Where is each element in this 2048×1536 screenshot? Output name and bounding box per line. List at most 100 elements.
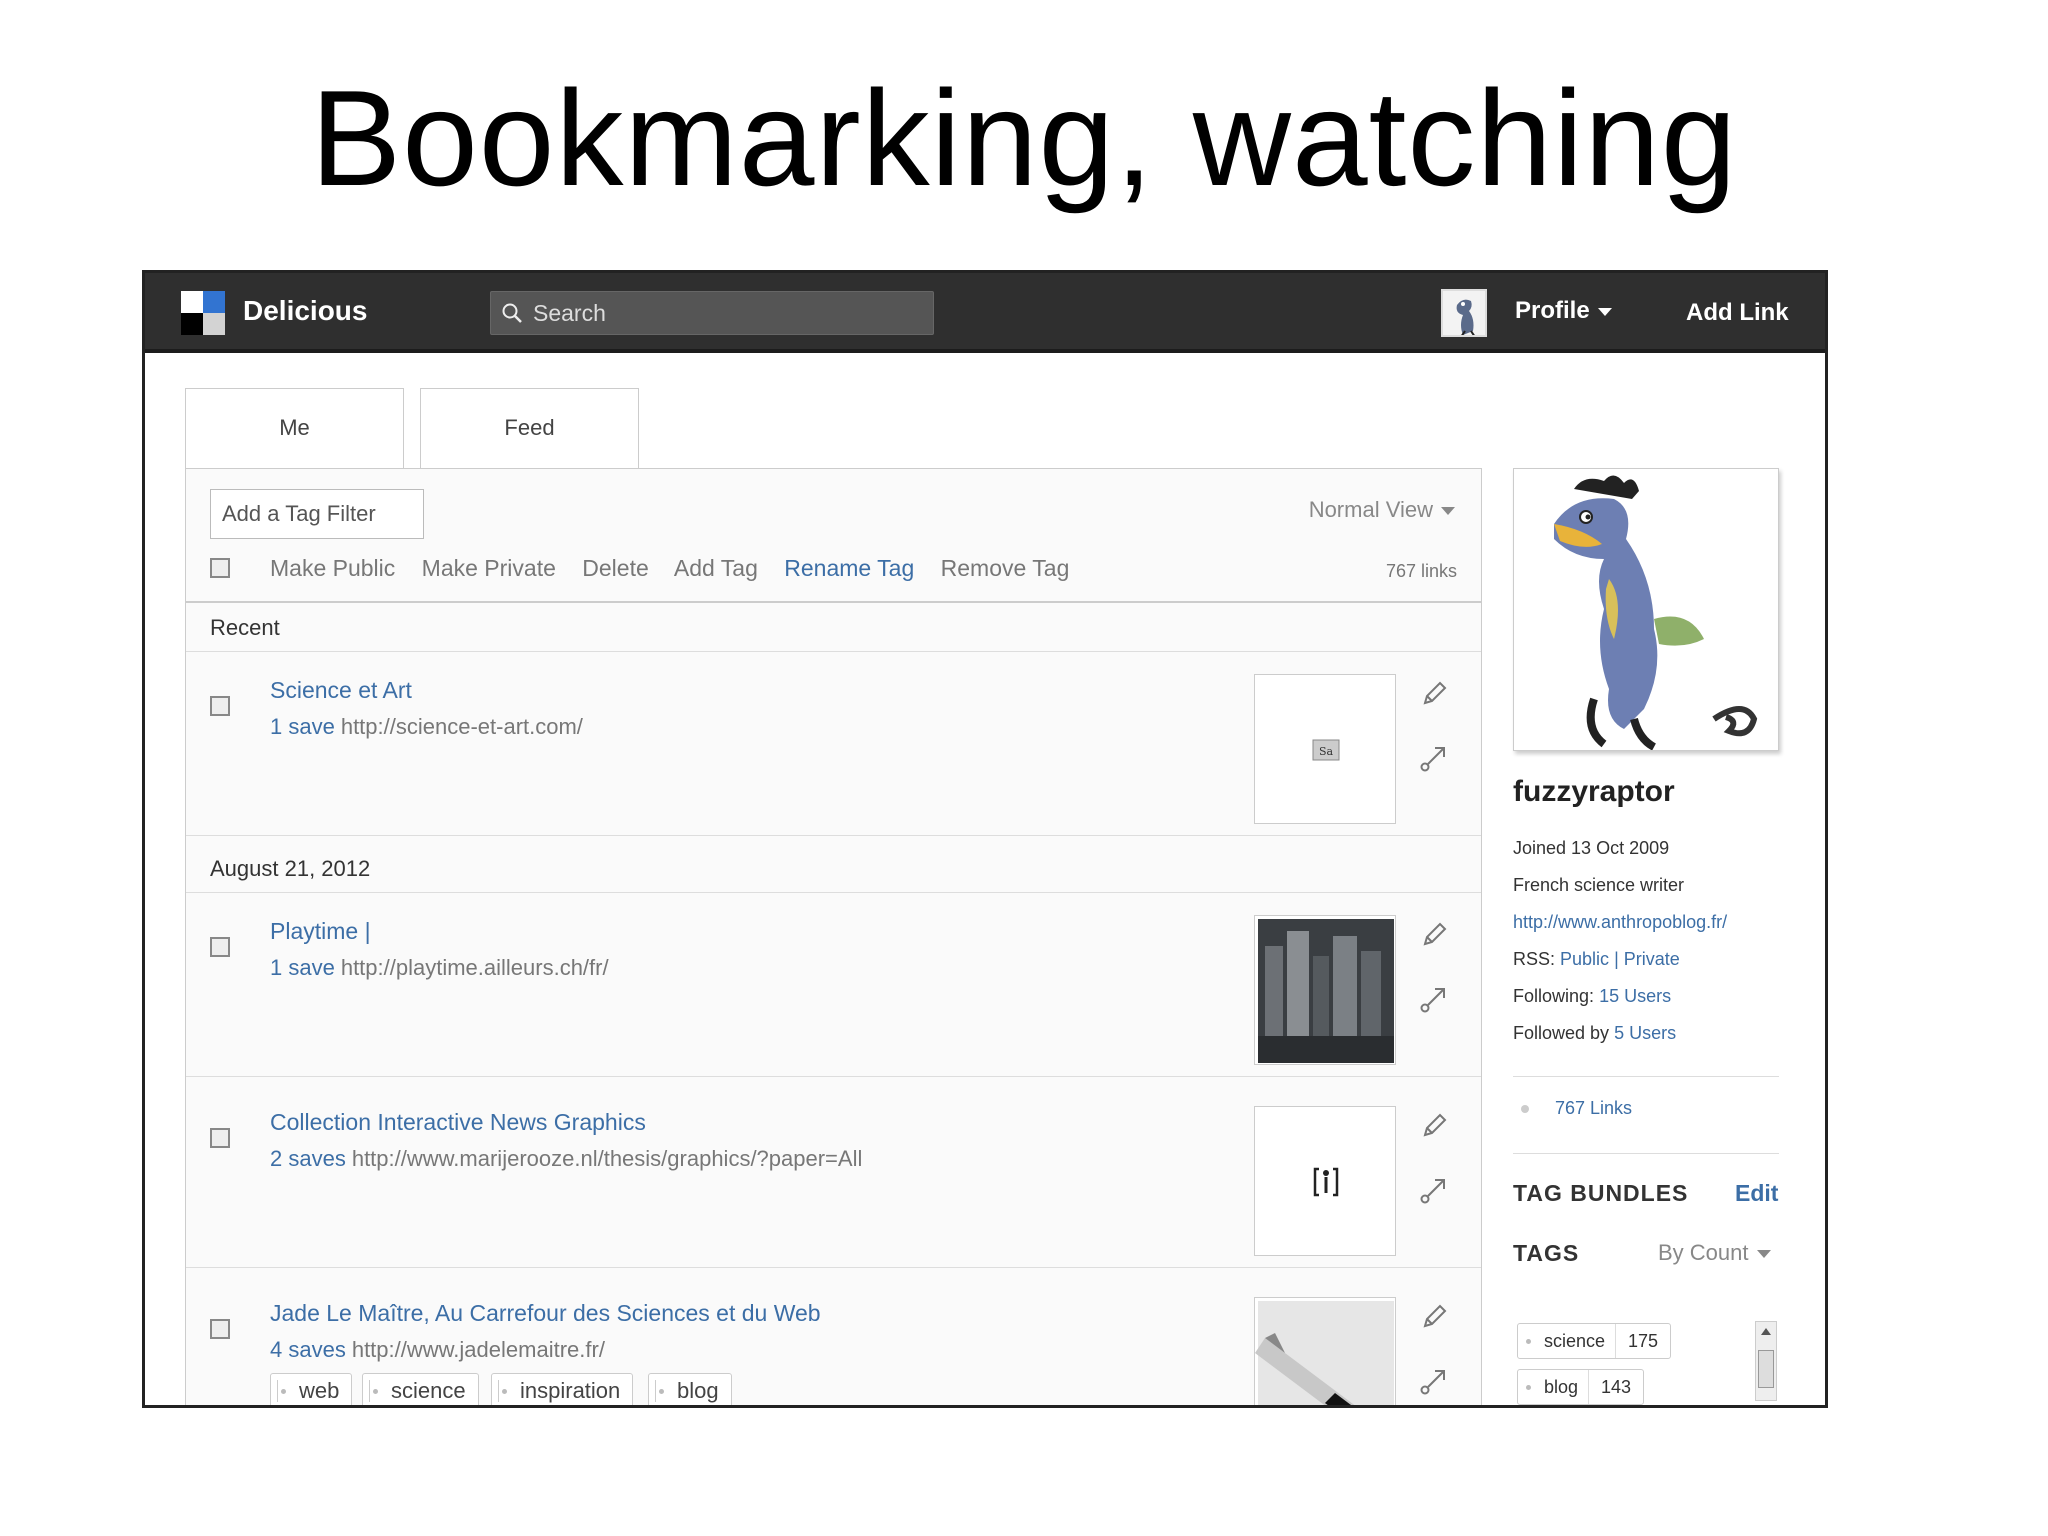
city-image [1258,919,1394,1063]
bookmark-thumbnail[interactable] [1254,1106,1396,1256]
joined-date: Joined 13 Oct 2009 [1513,838,1670,858]
scroll-up-icon[interactable] [1761,1328,1771,1335]
rss-label: RSS: [1513,949,1556,969]
bookmark-url[interactable]: http://www.marijerooze.nl/thesis/graphic… [352,1146,863,1171]
bookmark-saves[interactable]: 1 save [270,714,335,739]
tag-chip[interactable]: inspiration [491,1373,634,1405]
chevron-down-icon [1597,307,1612,316]
profile-username: fuzzyraptor [1513,775,1675,808]
tag-row[interactable]: blog 143 [1517,1369,1645,1405]
edit-bundles-button[interactable]: Edit [1735,1180,1778,1207]
following-info: Following: 15 Users [1513,986,1671,1007]
bookmark-thumbnail[interactable]: Sa [1254,674,1396,824]
followed-label: Followed by [1513,1023,1610,1043]
share-icon[interactable] [1419,1366,1449,1396]
bullet-icon [1521,1105,1529,1113]
tags-scrollbar[interactable] [1755,1321,1777,1401]
delicious-screenshot: Delicious Search Profile Add Link Me Fee… [142,270,1828,1408]
tag-name: science [1518,1324,1617,1358]
tag-name: blog [677,1378,719,1403]
pencil-icon[interactable] [1419,679,1449,709]
share-icon[interactable] [1419,743,1449,773]
bookmark-checkbox[interactable] [210,696,230,716]
divider [1513,1076,1779,1077]
bookmark-checkbox[interactable] [210,1319,230,1339]
profile-website-link[interactable]: http://www.anthropoblog.fr/ [1513,912,1727,933]
bookmark-title[interactable]: Science et Art [270,677,412,704]
view-label: Normal View [1308,497,1433,522]
bookmark-url[interactable]: http://science-et-art.com/ [341,714,583,739]
following-label: Following: [1513,986,1595,1006]
tag-name: web [299,1378,340,1403]
divider [186,1076,1481,1077]
tag-name: science [391,1378,466,1403]
tag-hole-icon [502,1389,507,1394]
links-count-link[interactable]: 767 Links [1555,1098,1632,1119]
link-count: 767 links [1385,561,1457,581]
chevron-down-icon [1756,1250,1771,1259]
profile-label: Profile [1515,297,1590,324]
remove-tag-button[interactable]: Remove Tag [941,555,1070,581]
bookmark-thumbnail[interactable] [1254,1297,1396,1405]
pencil-icon[interactable] [1419,1302,1449,1332]
raptor-avatar-image [1554,475,1758,750]
profile-menu[interactable]: Profile [1515,297,1612,325]
tag-chip[interactable]: blog [648,1373,732,1405]
brand-name[interactable]: Delicious [243,295,367,327]
make-private-button[interactable]: Make Private [422,555,556,581]
tag-chip[interactable]: web [270,1373,353,1405]
bookmark-saves[interactable]: 1 save [270,955,335,980]
share-icon[interactable] [1419,1175,1449,1205]
tag-hole-icon [1526,1385,1531,1390]
divider [1513,1153,1779,1154]
rss-public-link[interactable]: Public [1560,949,1609,969]
tag-filter-input[interactable]: Add a Tag Filter [210,489,424,539]
bookmarks-panel: Add a Tag Filter Normal View Make Public… [185,468,1482,1405]
pencil-icon[interactable] [1419,920,1449,950]
bookmark-checkbox[interactable] [210,1128,230,1148]
bookmark-url[interactable]: http://playtime.ailleurs.ch/fr/ [341,955,609,980]
rss-private-link[interactable]: Private [1624,949,1680,969]
bookmark-checkbox[interactable] [210,937,230,957]
delicious-logo[interactable] [181,291,225,335]
bookmark-title[interactable]: Playtime | [270,918,371,945]
bookmark-url[interactable]: http://www.jadelemaitre.fr/ [352,1337,605,1362]
delete-button[interactable]: Delete [582,555,648,581]
site-favicon-icon: Sa [1312,739,1340,761]
scroll-thumb[interactable] [1758,1350,1774,1388]
tab-feed[interactable]: Feed [420,388,639,470]
tab-me[interactable]: Me [185,388,404,472]
divider [186,601,1481,603]
tag-row[interactable]: science 175 [1517,1323,1672,1359]
search-input[interactable]: Search [490,291,934,335]
bookmark-title[interactable]: Collection Interactive News Graphics [270,1109,646,1136]
divider [186,835,1481,836]
bookmark-meta: 1 save http://playtime.ailleurs.ch/fr/ [270,955,609,981]
profile-avatar[interactable] [1513,468,1779,751]
search-icon [502,303,522,323]
user-avatar-small[interactable] [1441,289,1487,337]
bulk-actions: Make Public Make Private Delete Add Tag … [270,555,1089,582]
bookmark-saves[interactable]: 2 saves [270,1146,346,1171]
following-link[interactable]: 15 Users [1599,986,1671,1006]
pencil-icon[interactable] [1419,1111,1449,1141]
site-favicon-icon [1313,1167,1339,1197]
select-all-checkbox[interactable] [210,558,230,578]
view-selector[interactable]: Normal View [1309,497,1455,523]
add-tag-button[interactable]: Add Tag [674,555,758,581]
bookmark-saves[interactable]: 4 saves [270,1337,346,1362]
make-public-button[interactable]: Make Public [270,555,395,581]
tag-hole-icon [1526,1339,1531,1344]
tag-chip[interactable]: science [362,1373,479,1405]
tag-sort-label: By Count [1658,1240,1749,1265]
add-link-button[interactable]: Add Link [1686,299,1789,327]
rename-tag-button[interactable]: Rename Tag [784,555,914,581]
bookmark-thumbnail[interactable] [1254,915,1396,1065]
divider [186,892,1481,893]
bookmark-meta: 1 save http://science-et-art.com/ [270,714,583,740]
followers-link[interactable]: 5 Users [1614,1023,1676,1043]
tag-sort-selector[interactable]: By Count [1658,1240,1771,1266]
bookmark-title[interactable]: Jade Le Maître, Au Carrefour des Science… [270,1300,821,1327]
share-icon[interactable] [1419,984,1449,1014]
pen-image [1255,1301,1394,1405]
